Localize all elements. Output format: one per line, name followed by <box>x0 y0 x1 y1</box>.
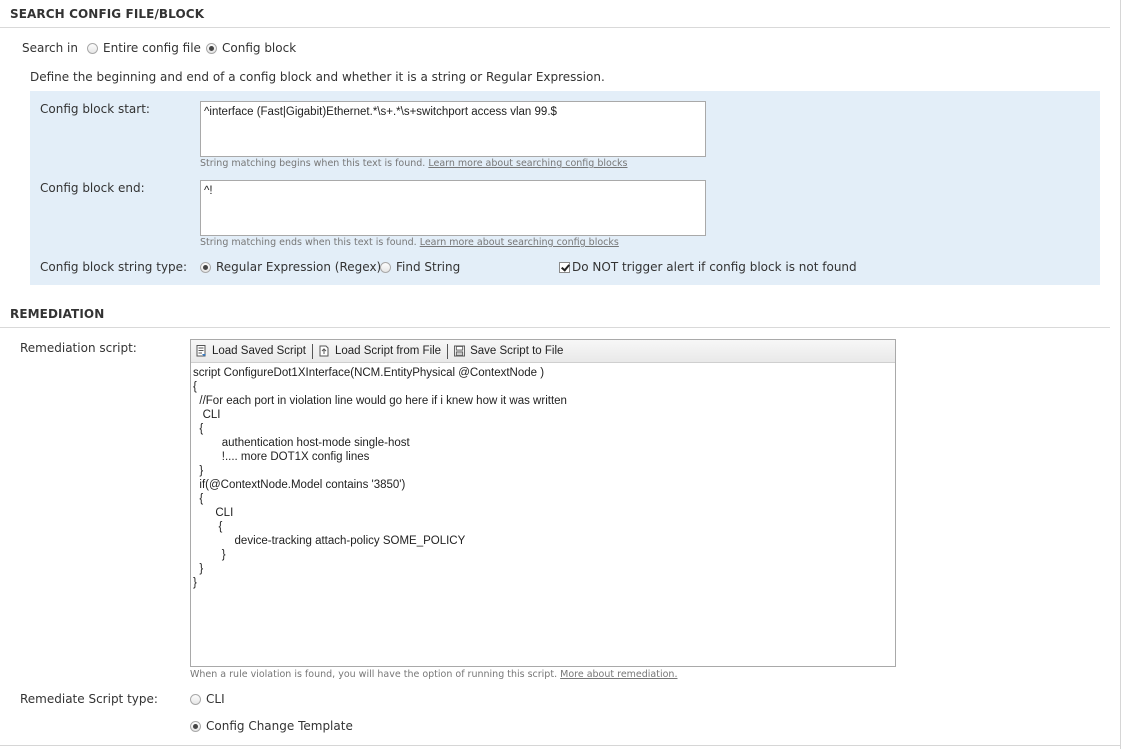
config-block-end-label: Config block end: <box>40 181 145 195</box>
checkbox-indicator[interactable] <box>559 261 570 273</box>
toolbar-label: Save Script to File <box>470 345 564 357</box>
radio-config-change-template[interactable]: Config Change Template <box>190 719 353 733</box>
radio-label: Find String <box>396 260 461 274</box>
radio-label: Entire config file <box>103 41 201 55</box>
remediation-script-label: Remediation script: <box>20 341 137 355</box>
remediate-script-type-label: Remediate Script type: <box>20 692 158 706</box>
checkbox-label: Do NOT trigger alert if config block is … <box>572 260 857 274</box>
radio-indicator[interactable] <box>190 720 201 732</box>
radio-label: CLI <box>206 692 225 706</box>
radio-regex[interactable]: Regular Expression (Regex) <box>200 260 381 274</box>
section-title-remediation: REMEDIATION <box>10 307 105 321</box>
radio-indicator[interactable] <box>206 42 217 54</box>
load-saved-script-button[interactable]: Load Saved Script <box>196 345 306 357</box>
radio-label: Regular Expression (Regex) <box>216 260 382 274</box>
radio-label: Config block <box>222 41 297 55</box>
script-content[interactable]: script ConfigureDot1XInterface(NCM.Entit… <box>193 366 895 666</box>
toolbar-label: Load Script from File <box>334 345 442 357</box>
learn-more-link[interactable]: Learn more about searching config blocks <box>428 158 627 169</box>
page-border <box>1120 0 1121 749</box>
config-block-end-input[interactable]: ^! <box>200 180 706 236</box>
learn-more-link[interactable]: Learn more about searching config blocks <box>420 237 619 248</box>
open-file-icon <box>319 345 329 357</box>
radio-find-string[interactable]: Find String <box>380 260 460 274</box>
remediation-script-editor[interactable]: Load Saved Script Load Script from File … <box>190 339 896 667</box>
config-block-start-label: Config block start: <box>40 102 150 116</box>
load-script-from-file-button[interactable]: Load Script from File <box>319 345 441 357</box>
more-about-remediation-link[interactable]: More about remediation. <box>560 669 677 680</box>
search-in-label: Search in <box>22 41 78 55</box>
section-divider <box>0 327 1110 328</box>
document-icon <box>196 345 206 357</box>
section-divider <box>0 27 1110 28</box>
radio-indicator[interactable] <box>380 261 391 273</box>
radio-indicator[interactable] <box>87 42 98 54</box>
config-block-start-hint: String matching begins when this text is… <box>200 158 628 169</box>
block-description: Define the beginning and end of a config… <box>30 70 605 84</box>
script-toolbar: Load Saved Script Load Script from File … <box>191 340 895 363</box>
hint-text: String matching ends when this text is f… <box>200 237 417 248</box>
toolbar-label: Load Saved Script <box>212 345 306 357</box>
radio-entire-config-file[interactable]: Entire config file <box>87 41 201 55</box>
toolbar-separator <box>311 343 313 359</box>
toolbar-separator <box>447 343 449 359</box>
radio-label: Config Change Template <box>206 719 353 733</box>
radio-cli[interactable]: CLI <box>190 692 225 706</box>
radio-indicator[interactable] <box>200 261 211 273</box>
config-block-start-input[interactable]: ^interface (Fast|Gigabit)Ethernet.*\s+.*… <box>200 101 706 157</box>
hint-text: String matching begins when this text is… <box>200 158 426 169</box>
page-border <box>0 745 1121 746</box>
no-alert-checkbox[interactable]: Do NOT trigger alert if config block is … <box>559 260 857 274</box>
config-block-end-hint: String matching ends when this text is f… <box>200 237 619 248</box>
radio-config-block[interactable]: Config block <box>206 41 296 55</box>
remediation-hint: When a rule violation is found, you will… <box>190 669 677 680</box>
save-icon <box>454 345 466 357</box>
string-type-label: Config block string type: <box>40 260 188 274</box>
save-script-to-file-button[interactable]: Save Script to File <box>454 345 563 357</box>
radio-indicator[interactable] <box>190 693 201 705</box>
hint-text: When a rule violation is found, you will… <box>190 669 558 680</box>
section-title-search: SEARCH CONFIG FILE/BLOCK <box>10 7 205 21</box>
